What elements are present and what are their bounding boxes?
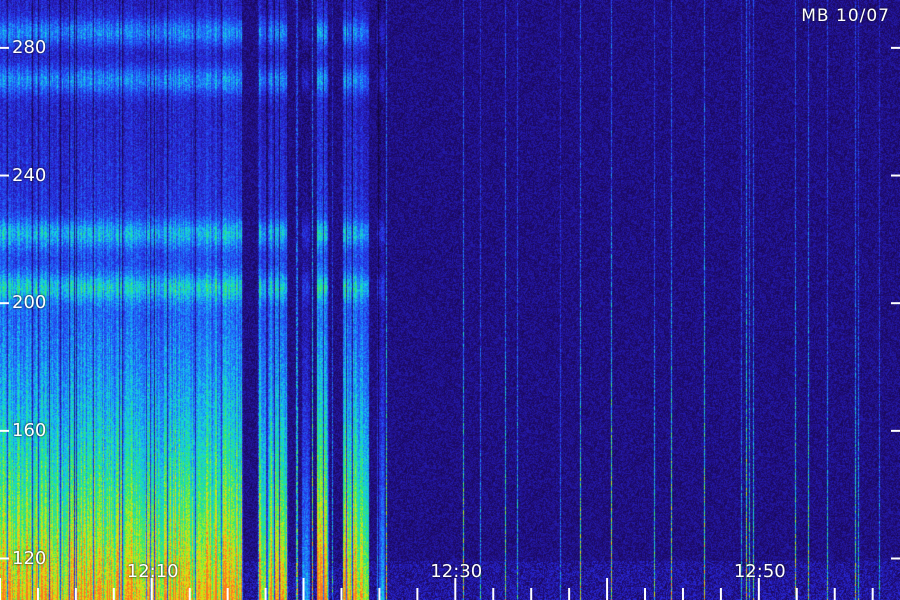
axis-overlay [0,46,900,600]
spectrogram-panel: MB 10/07 120 160 200 240 280 12:10 12:30 12:50 [0,0,900,600]
y-tick-label-120: 120 [12,547,47,569]
x-tick-label-1230: 12:30 [430,561,483,582]
x-tick-label-1210: 12:10 [126,561,179,582]
y-tick-label-280: 280 [12,36,47,58]
x-tick-label-1250: 12:50 [733,561,786,582]
y-tick-label-240: 240 [12,164,47,186]
station-date-label: MB 10/07 [801,6,890,26]
y-tick-label-160: 160 [12,419,47,441]
y-tick-label-200: 200 [12,292,47,314]
